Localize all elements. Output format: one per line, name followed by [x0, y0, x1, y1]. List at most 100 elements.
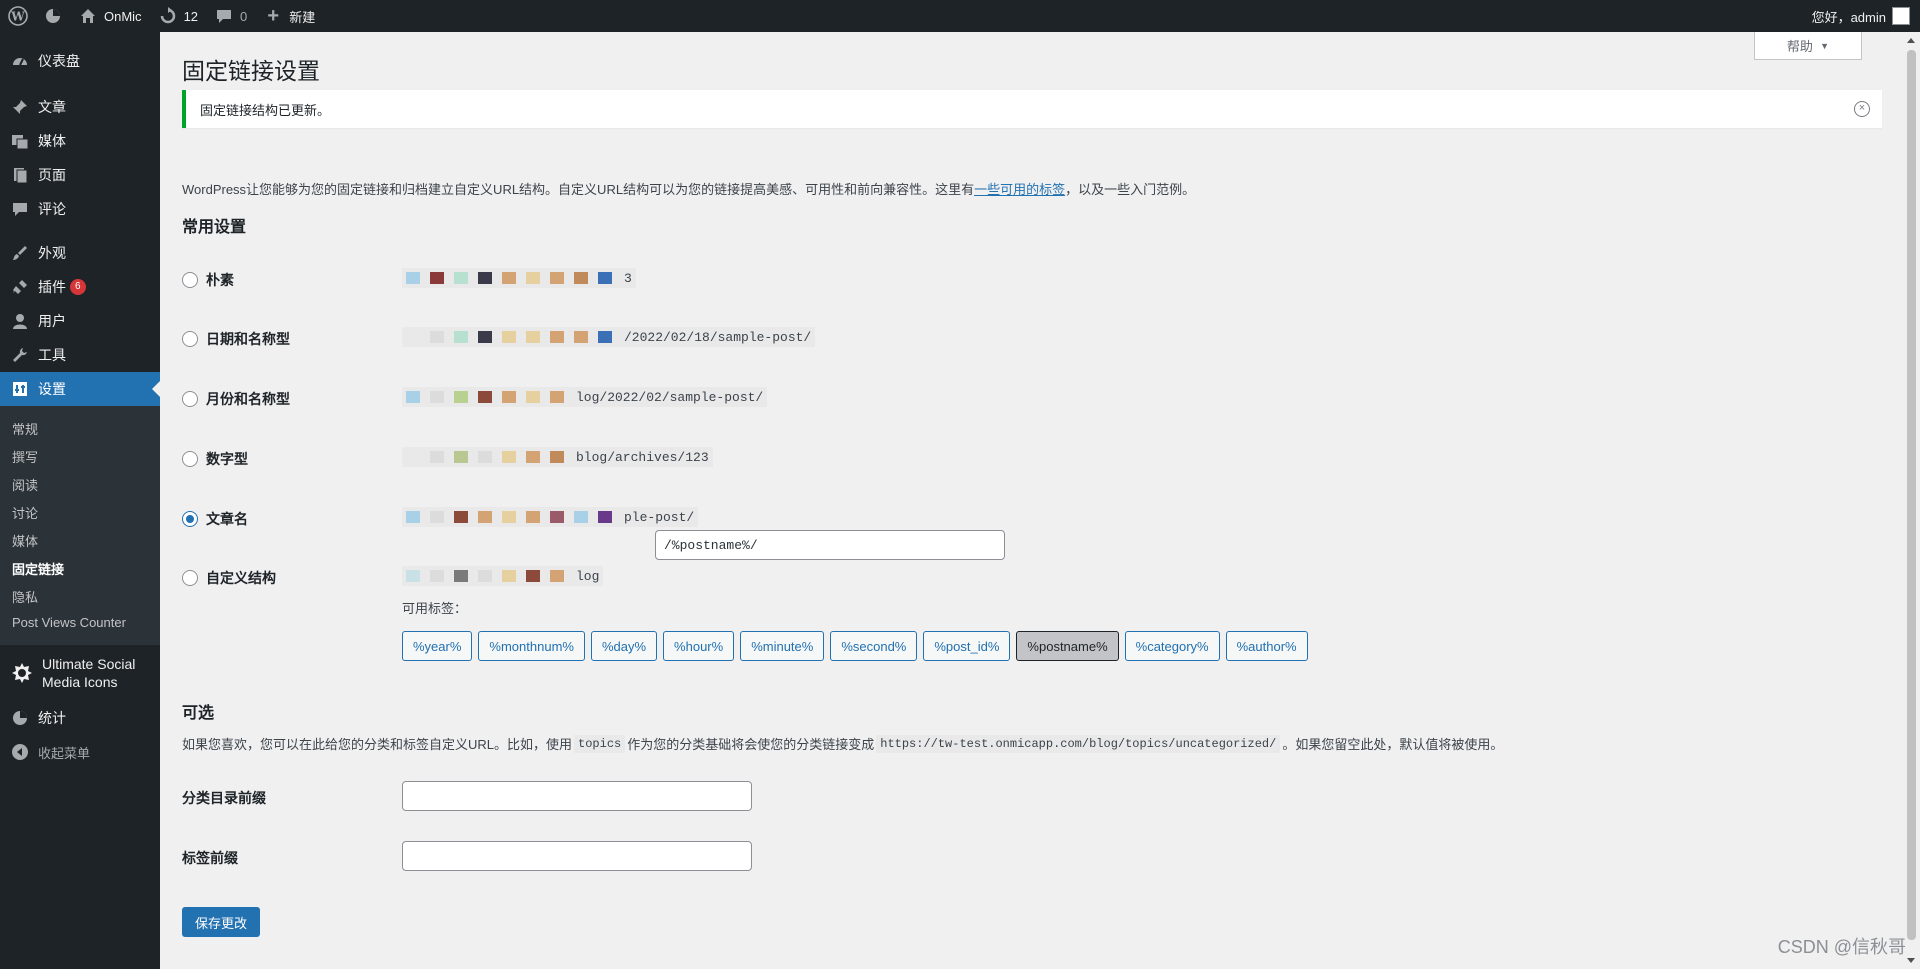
updates-count: 12 — [183, 8, 199, 24]
sample-url-text: ple-post/ — [624, 509, 695, 525]
redacted-url-pixels — [406, 331, 622, 343]
submenu-item-discussion[interactable]: 讨论 — [0, 497, 160, 525]
usmi-label: Ultimate Social Media Icons — [42, 655, 135, 691]
sidebar-item-tools[interactable]: 工具 — [0, 338, 160, 372]
sidebar-item-comments[interactable]: 评论 — [0, 192, 160, 226]
custom-structure-input[interactable] — [655, 530, 1005, 560]
sample-url-day-name: /2022/02/18/sample-post/ — [402, 327, 816, 347]
radio-post-name[interactable] — [182, 511, 198, 527]
optional-desc-part: 。如果您留空此处，默认值将被使用。 — [1282, 737, 1504, 752]
user-account-link[interactable]: 您好，admin — [1812, 7, 1920, 26]
submenu-item-media[interactable]: 媒体 — [0, 525, 160, 553]
category-base-input[interactable] — [402, 781, 752, 811]
submenu-item-general[interactable]: 常规 — [0, 413, 160, 441]
available-tags-link[interactable]: 一些可用的标签 — [974, 182, 1065, 197]
tag-button-year[interactable]: %year% — [402, 631, 473, 661]
comments-link[interactable]: 0 — [206, 0, 255, 32]
option-label: 文章名 — [206, 511, 248, 527]
user-icon — [10, 311, 30, 331]
option-numeric[interactable]: 数字型 — [182, 449, 248, 469]
plugin-icon — [10, 277, 30, 297]
sidebar-label: 统计 — [38, 710, 66, 726]
collapse-arrow-icon — [10, 742, 30, 762]
help-tab-button[interactable]: 帮助 ▼ — [1754, 32, 1862, 60]
radio-month-name[interactable] — [182, 391, 198, 407]
site-name-link[interactable]: OnMic — [70, 0, 150, 32]
updates-link[interactable]: 12 — [150, 0, 206, 32]
dismiss-icon[interactable]: × — [1854, 101, 1870, 117]
sidebar-item-ultimate-social-media-icons[interactable]: Ultimate Social Media Icons — [0, 645, 160, 701]
sidebar-label: 工具 — [38, 347, 66, 363]
sample-url-plain: 3 — [402, 268, 636, 288]
submenu-item-reading[interactable]: 阅读 — [0, 469, 160, 497]
sidebar-item-appearance[interactable]: 外观 — [0, 236, 160, 270]
notice-text: 固定链接结构已更新。 — [200, 102, 331, 118]
available-tags-list: %year% %monthnum% %day% %hour% %minute% … — [402, 631, 1314, 661]
radio-custom-structure[interactable] — [182, 570, 198, 586]
sample-url-post-name: ple-post/ — [402, 507, 699, 527]
brush-icon — [10, 243, 30, 263]
tag-button-author[interactable]: %author% — [1225, 631, 1308, 661]
tag-button-hour[interactable]: %hour% — [663, 631, 735, 661]
submenu-item-privacy[interactable]: 隐私 — [0, 581, 160, 609]
example-url-code: https://tw-test.onmicapp.com/blog/topics… — [876, 734, 1281, 753]
settings-icon — [10, 379, 30, 399]
option-custom-structure[interactable]: 自定义结构 — [182, 568, 276, 588]
option-day-name[interactable]: 日期和名称型 — [182, 329, 290, 349]
stats-chart-icon[interactable] — [36, 0, 70, 32]
redacted-url-pixels — [406, 570, 574, 582]
tag-button-second[interactable]: %second% — [830, 631, 918, 661]
page-icon — [10, 165, 30, 185]
tag-button-monthnum[interactable]: %monthnum% — [478, 631, 585, 661]
save-changes-button[interactable]: 保存更改 — [182, 907, 261, 937]
radio-plain[interactable] — [182, 272, 198, 288]
tag-button-minute[interactable]: %minute% — [740, 631, 825, 661]
scrollbar-thumb[interactable] — [1907, 50, 1916, 940]
submenu-item-permalinks[interactable]: 固定链接 — [0, 553, 160, 581]
tag-button-postname[interactable]: %postname% — [1016, 631, 1119, 661]
redacted-url-pixels — [406, 391, 574, 403]
scroll-down-arrow-icon[interactable] — [1907, 958, 1915, 963]
available-tags-label: 可用标签： — [402, 601, 468, 616]
submenu-item-post-views-counter[interactable]: Post Views Counter — [0, 609, 160, 637]
page-scrollbar[interactable] — [1903, 32, 1920, 969]
social-media-icon — [10, 661, 34, 685]
sidebar-item-users[interactable]: 用户 — [0, 304, 160, 338]
radio-numeric[interactable] — [182, 451, 198, 467]
scroll-up-arrow-icon[interactable] — [1907, 38, 1915, 43]
sidebar-item-pages[interactable]: 页面 — [0, 158, 160, 192]
sidebar-item-posts[interactable]: 文章 — [0, 90, 160, 124]
sidebar-label: 插件 — [38, 279, 66, 295]
tag-button-post-id[interactable]: %post_id% — [923, 631, 1011, 661]
sidebar-item-stats[interactable]: 统计 — [0, 701, 160, 735]
radio-day-name[interactable] — [182, 331, 198, 347]
watermark: CSDN @信秋哥 — [1777, 937, 1906, 957]
media-icon — [10, 131, 30, 151]
settings-submenu: 常规 撰写 阅读 讨论 媒体 固定链接 隐私 Post Views Counte… — [0, 406, 160, 645]
sidebar-label: 仪表盘 — [38, 53, 80, 69]
sidebar-item-media[interactable]: 媒体 — [0, 124, 160, 158]
plugin-update-badge: 6 — [70, 279, 86, 295]
tag-button-day[interactable]: %day% — [590, 631, 658, 661]
sample-url-text: log — [576, 568, 600, 584]
sidebar-item-plugins[interactable]: 插件 6 — [0, 270, 160, 304]
new-content-link[interactable]: + 新建 — [255, 0, 323, 32]
intro-after: ，以及一些入门范例。 — [1065, 182, 1196, 197]
sidebar-item-settings[interactable]: 设置 — [0, 372, 160, 406]
help-label: 帮助 — [1786, 39, 1813, 54]
option-plain[interactable]: 朴素 — [182, 270, 234, 290]
tag-button-category[interactable]: %category% — [1124, 631, 1220, 661]
option-label: 朴素 — [206, 272, 234, 288]
sidebar-item-dashboard[interactable]: 仪表盘 — [0, 44, 160, 78]
option-label: 月份和名称型 — [206, 391, 290, 407]
sidebar-label: 媒体 — [38, 133, 66, 149]
collapse-menu-button[interactable]: 收起菜单 — [0, 735, 160, 769]
option-month-name[interactable]: 月份和名称型 — [182, 389, 290, 409]
updates-icon — [158, 6, 178, 26]
sample-url-text: /2022/02/18/sample-post/ — [624, 329, 812, 345]
tag-base-input[interactable] — [402, 841, 752, 871]
option-post-name[interactable]: 文章名 — [182, 509, 248, 529]
submenu-item-writing[interactable]: 撰写 — [0, 441, 160, 469]
sidebar-label: 外观 — [38, 245, 66, 261]
wordpress-logo-icon[interactable]: W — [0, 0, 36, 32]
